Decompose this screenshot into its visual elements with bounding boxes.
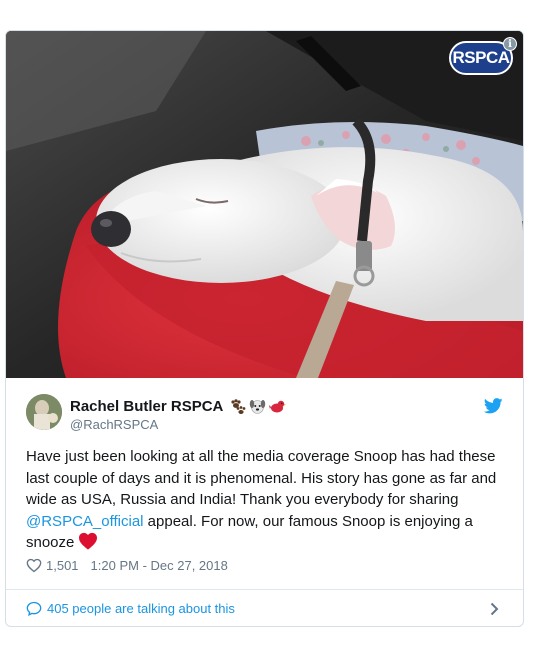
name-emojis (229, 398, 287, 415)
red-heart-icon (78, 532, 98, 557)
conversation-count-label[interactable]: 405 people are talking about this (47, 601, 235, 616)
tweet-meta: 1,501 1:20 PM - Dec 27, 2018 (26, 558, 228, 573)
mention-link[interactable]: @RSPCA_official (26, 513, 144, 530)
avatar[interactable] (26, 394, 62, 430)
tweet-text-part-1: Have just been looking at all the media … (26, 448, 497, 508)
twitter-logo-icon[interactable] (483, 398, 503, 414)
tweet-embed-card: RSPCA i Rachel Butler RSPCA @RachRSPCA H… (5, 30, 524, 627)
speech-bubble-icon (26, 601, 42, 616)
chevron-right-icon[interactable] (490, 602, 499, 619)
author-name-row[interactable]: Rachel Butler RSPCA (70, 397, 287, 415)
author-display-name[interactable]: Rachel Butler RSPCA (70, 398, 223, 415)
sleeping-puppy-photo (6, 31, 523, 378)
bird-icon (269, 398, 287, 415)
tweet-text: Have just been looking at all the media … (26, 446, 506, 557)
heart-outline-icon[interactable] (26, 558, 42, 573)
dog-face-icon (249, 398, 266, 415)
paw-prints-icon (229, 398, 246, 415)
conversation-link[interactable]: 405 people are talking about this (6, 590, 523, 626)
author-handle[interactable]: @RachRSPCA (70, 417, 158, 432)
tweet-photo[interactable]: RSPCA i (6, 31, 523, 378)
info-icon[interactable]: i (503, 37, 517, 51)
like-count[interactable]: 1,501 (46, 558, 79, 573)
timestamp[interactable]: 1:20 PM - Dec 27, 2018 (91, 558, 228, 573)
